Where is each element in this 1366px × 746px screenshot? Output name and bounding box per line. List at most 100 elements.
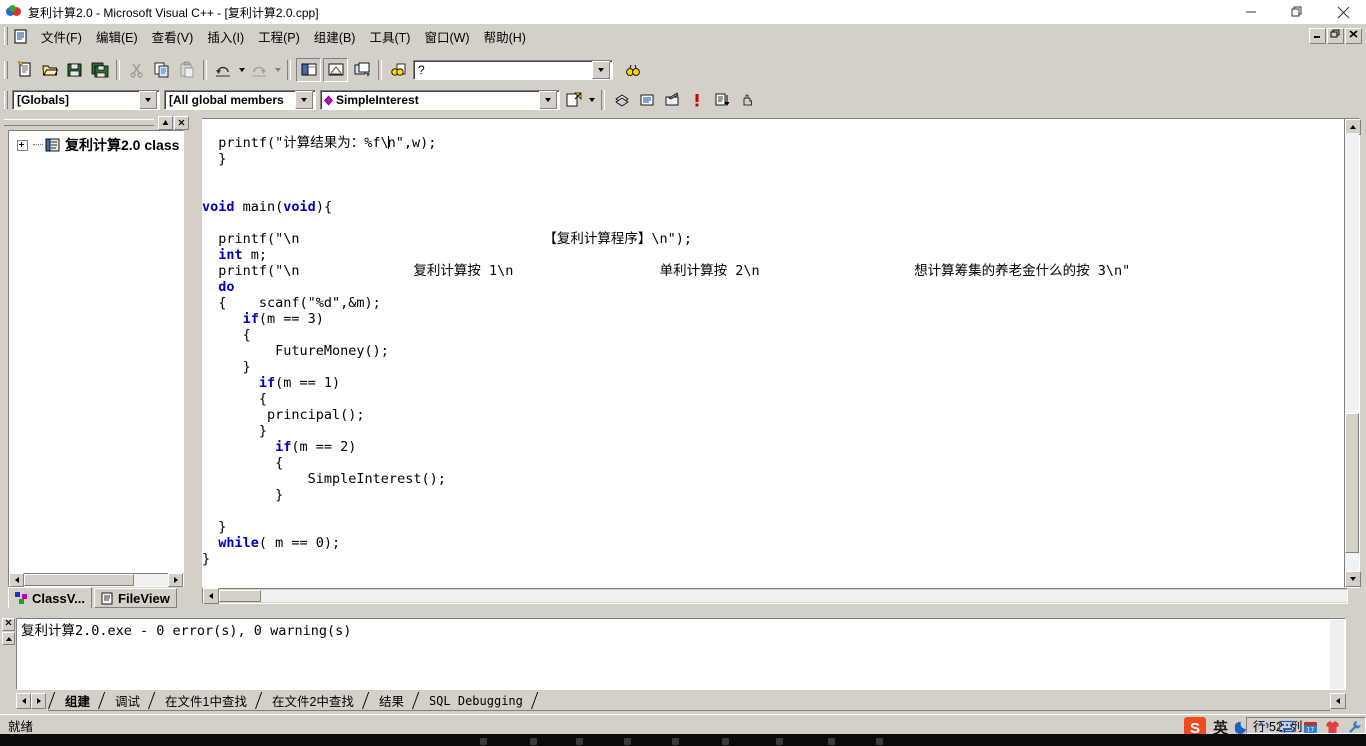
- function-combo[interactable]: SimpleInterest: [320, 90, 560, 110]
- classview-tree[interactable]: 复利计算2.0 class: [8, 130, 184, 577]
- menu-edit[interactable]: 编辑(E): [89, 24, 145, 49]
- output-collapse-button[interactable]: [2, 632, 15, 645]
- workspace-close-button[interactable]: [174, 115, 189, 130]
- globals-scope-value[interactable]: [Globals]: [13, 93, 139, 107]
- editor-vertical-scrollbar[interactable]: [1344, 118, 1361, 588]
- undo-dropdown-arrow-icon[interactable]: [236, 59, 247, 81]
- toolbar-separator: [116, 59, 120, 80]
- close-button[interactable]: [1320, 0, 1366, 24]
- binoculars-files-icon[interactable]: [387, 59, 410, 81]
- output-vertical-scrollbar[interactable]: [1330, 620, 1344, 689]
- scroll-thumb[interactable]: [1345, 413, 1359, 553]
- tab-divider: [48, 692, 57, 709]
- scroll-thumb[interactable]: [219, 590, 261, 602]
- output-tab-results[interactable]: 结果: [371, 692, 412, 709]
- editor-horizontal-scrollbar[interactable]: [202, 588, 1348, 604]
- goto-declaration-icon[interactable]: [660, 89, 683, 111]
- tree-expander-plus-icon[interactable]: [17, 139, 28, 151]
- goto-definition-icon[interactable]: [635, 89, 658, 111]
- function-dropdown-arrow-icon[interactable]: [539, 91, 557, 109]
- output-tab-build[interactable]: 组建: [57, 692, 98, 709]
- floppy-save-icon[interactable]: [63, 59, 86, 81]
- tab-scroll-right-icon[interactable]: [31, 693, 46, 709]
- function-combo-value[interactable]: SimpleInterest: [335, 93, 539, 107]
- tree-item-class-root[interactable]: 复利计算2.0 class: [9, 131, 183, 155]
- window-list-icon[interactable]: [350, 59, 373, 81]
- find-combo[interactable]: ?: [413, 59, 613, 80]
- redo-dropdown-arrow-icon[interactable]: [272, 59, 283, 81]
- standard-toolbar: ?: [0, 55, 1366, 84]
- menu-window[interactable]: 窗口(W): [417, 24, 476, 49]
- redo-arrow-icon[interactable]: [248, 59, 271, 81]
- mdi-restore-button[interactable]: [1327, 28, 1344, 44]
- menu-project[interactable]: 工程(P): [251, 24, 307, 49]
- maximize-restore-button[interactable]: [1274, 0, 1320, 24]
- menu-build[interactable]: 组建(B): [307, 24, 363, 49]
- scissors-icon[interactable]: [125, 59, 148, 81]
- menu-tools[interactable]: 工具(T): [362, 24, 417, 49]
- output-panel-icon[interactable]: [323, 57, 348, 82]
- hand-icon[interactable]: [735, 89, 758, 111]
- mdi-minimize-button[interactable]: [1309, 28, 1326, 44]
- members-combo[interactable]: [All global members: [164, 90, 316, 110]
- new-file-icon[interactable]: [13, 59, 36, 81]
- workspace-tab-strip: ClassV... FileView: [8, 587, 190, 608]
- members-dropdown-arrow-icon[interactable]: [295, 91, 313, 109]
- output-tab-find-in-files-1[interactable]: 在文件1中查找: [157, 692, 255, 709]
- output-tab-debug[interactable]: 调试: [107, 692, 148, 709]
- build-output-text-area[interactable]: 复利计算2.0.exe - 0 error(s), 0 warning(s): [16, 618, 1346, 690]
- menu-help[interactable]: 帮助(H): [477, 24, 533, 49]
- open-folder-icon[interactable]: [38, 59, 61, 81]
- workspace-horizontal-scrollbar[interactable]: [8, 573, 184, 587]
- tab-scroll-left-icon[interactable]: [16, 693, 31, 709]
- globals-dropdown-arrow-icon[interactable]: [139, 91, 157, 109]
- menu-view[interactable]: 查看(V): [145, 24, 201, 49]
- menu-file[interactable]: 文件(F): [34, 24, 89, 49]
- tab-fileview[interactable]: FileView: [94, 588, 177, 608]
- paste-icon[interactable]: [175, 59, 198, 81]
- scroll-track[interactable]: [1345, 133, 1359, 575]
- undo-arrow-icon[interactable]: [212, 59, 235, 81]
- mdi-close-button[interactable]: [1345, 28, 1362, 44]
- source-code-text[interactable]: printf("计算结果为：%f\n",w); } void main(void…: [202, 133, 1130, 567]
- code-editor[interactable]: printf("计算结果为：%f\n",w); } void main(void…: [202, 118, 1348, 589]
- menu-insert[interactable]: 插入(I): [200, 24, 251, 49]
- os-taskbar[interactable]: [0, 734, 1366, 746]
- fileview-icon: [101, 592, 114, 605]
- wizard-actions-icon[interactable]: [562, 89, 585, 111]
- output-close-button[interactable]: [2, 618, 15, 631]
- scroll-left-arrow-icon[interactable]: [203, 588, 219, 604]
- output-tab-sql-debugging[interactable]: SQL Debugging: [421, 692, 531, 709]
- find-combo-dropdown-arrow-icon[interactable]: [592, 60, 610, 79]
- workspace-panel-icon[interactable]: [296, 57, 321, 82]
- floppy-save-all-icon[interactable]: [88, 59, 111, 81]
- scroll-thumb[interactable]: [24, 574, 134, 586]
- scroll-down-arrow-icon[interactable]: [1345, 571, 1361, 587]
- globals-scope-combo[interactable]: [Globals]: [12, 90, 160, 110]
- goto-class-icon[interactable]: [610, 89, 633, 111]
- copy-icon[interactable]: [150, 59, 173, 81]
- binoculars-icon[interactable]: [621, 59, 644, 81]
- scroll-right-arrow-icon[interactable]: [168, 573, 183, 587]
- insert-list-icon[interactable]: [710, 89, 733, 111]
- app-icon: [6, 4, 22, 20]
- find-combo-value[interactable]: ?: [414, 63, 592, 77]
- vcpp-app-window: 复利计算2.0 - Microsoft Visual C++ - [复利计算2.…: [0, 0, 1366, 746]
- output-tab-find-in-files-2[interactable]: 在文件2中查找: [264, 692, 362, 709]
- scroll-track[interactable]: [261, 590, 1347, 602]
- exclamation-icon[interactable]: [685, 89, 708, 111]
- tree-item-label: 复利计算2.0 class: [65, 137, 180, 153]
- wizardbar-drag-grip[interactable]: [3, 91, 10, 109]
- members-combo-value[interactable]: [All global members: [165, 93, 295, 107]
- scroll-left-arrow-icon[interactable]: [9, 573, 24, 587]
- wizard-actions-dropdown-arrow-icon[interactable]: [586, 89, 597, 111]
- menu-items: 文件(F) 编辑(E) 查看(V) 插入(I) 工程(P) 组建(B) 工具(T…: [34, 24, 533, 49]
- menu-drag-grip[interactable]: [3, 27, 10, 45]
- build-output-line: 复利计算2.0.exe - 0 error(s), 0 warning(s): [21, 623, 352, 639]
- output-scroll-right-icon[interactable]: [1330, 693, 1346, 709]
- tab-classview[interactable]: ClassV...: [8, 587, 93, 608]
- toolbar-drag-grip[interactable]: [3, 60, 10, 79]
- scroll-track[interactable]: [24, 574, 168, 586]
- workspace-minimize-button[interactable]: [158, 115, 173, 130]
- minimize-button[interactable]: [1228, 0, 1274, 24]
